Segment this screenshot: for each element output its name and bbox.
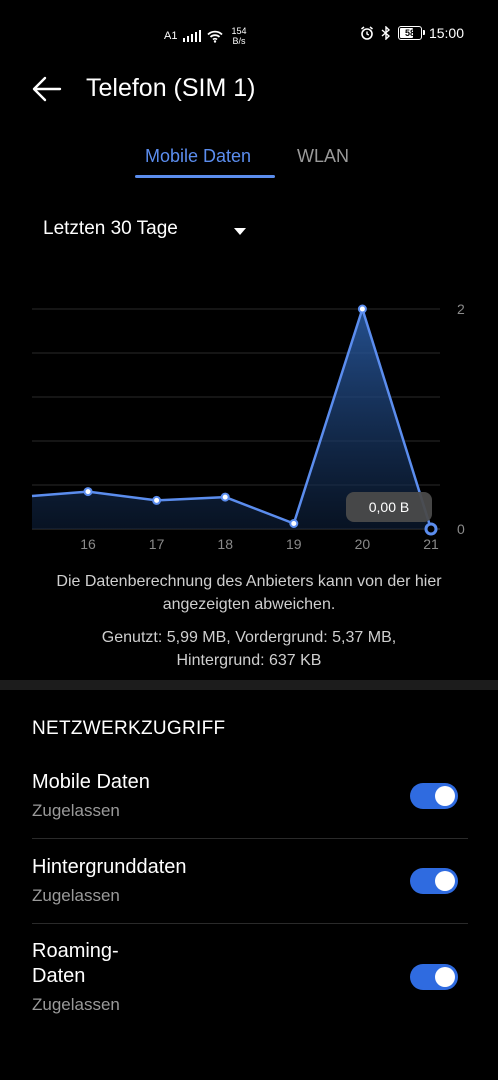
alarm-icon [360,26,373,40]
data-point [357,304,367,314]
setting-label: Mobile Daten [32,771,150,793]
period-label: Letzten 30 Tage [43,218,178,239]
setting-status: Zugelassen [32,886,120,905]
data-point [83,487,93,497]
setting-status: Zugelassen [32,995,120,1014]
x-tick-label: 20 [355,536,371,552]
tab-bar: Mobile Daten WLAN [0,140,498,180]
divider [32,923,468,924]
app-header: Telefon (SIM 1) [0,66,498,112]
status-right: 58 15:00 [360,25,464,41]
usage-notes: Die Datenberechnung des Anbieters kann v… [0,570,498,672]
tooltip-label: 0,00 B [369,499,409,515]
usage-chart: 0,00 B 16 17 18 19 20 21 2 0 [0,290,498,560]
roaming-data-toggle[interactable] [410,964,458,990]
toggle-knob [435,786,455,806]
disclaimer-text: Die Datenberechnung des Anbieters kann v… [56,573,442,613]
x-tick-label: 17 [149,536,165,552]
speed-unit: B/s [232,36,246,46]
toggle-knob [435,967,455,987]
divider [32,838,468,839]
data-point [220,492,230,502]
data-point [289,519,299,528]
setting-mobile-data[interactable]: Mobile Daten Zugelassen [32,770,468,821]
network-speed: 154 B/s [231,26,246,46]
carrier-label: A1 [164,30,178,42]
x-tick-label: 21 [423,536,439,552]
setting-status: Zugelassen [32,801,120,820]
arrow-left-icon[interactable] [30,72,64,106]
data-point [424,522,438,536]
setting-label: Roaming- Daten [32,939,468,989]
tab-wlan[interactable]: WLAN [297,146,349,167]
x-tick-label: 16 [80,536,96,552]
battery-icon: 58 [397,26,425,40]
caret-down-icon[interactable] [234,228,246,235]
page-title: Telefon (SIM 1) [86,74,256,102]
status-bar: A1 154 B/s 58 15:00 [0,0,498,68]
mobile-data-toggle[interactable] [410,783,458,809]
tab-mobile-data[interactable]: Mobile Daten [145,146,251,167]
setting-label: Hintergrunddaten [32,856,187,878]
y-tick-label: 2 [457,301,465,317]
y-tick-label: 0 [457,521,465,537]
usage-chart-svg: 0,00 B16 17 18 19 20 2120 [31,301,465,552]
usage-summary: Genutzt: 5,99 MB, Vordergrund: 5,37 MB, … [101,629,397,669]
wifi-icon [207,30,224,43]
section-title: NETZWERKZUGRIFF [32,718,226,739]
tab-indicator [135,175,275,178]
signal-icon [183,30,202,42]
battery-level: 58 [404,28,415,38]
clock: 15:00 [428,25,464,41]
section-divider [0,680,498,690]
period-selector[interactable]: Letzten 30 Tage [43,218,178,240]
data-point [152,495,162,505]
toggle-knob [435,871,455,891]
bluetooth-icon [381,26,390,40]
status-left: A1 154 B/s [164,26,247,46]
setting-label-line2: Daten [32,965,86,987]
background-data-toggle[interactable] [410,868,458,894]
setting-background-data[interactable]: Hintergrunddaten Zugelassen [32,855,468,906]
speed-value: 154 [231,26,247,36]
setting-label-line1: Roaming- [32,940,119,962]
x-tick-label: 19 [286,536,302,552]
x-tick-label: 18 [217,536,233,552]
setting-roaming-data[interactable]: Roaming- Daten Zugelassen [32,939,468,1015]
